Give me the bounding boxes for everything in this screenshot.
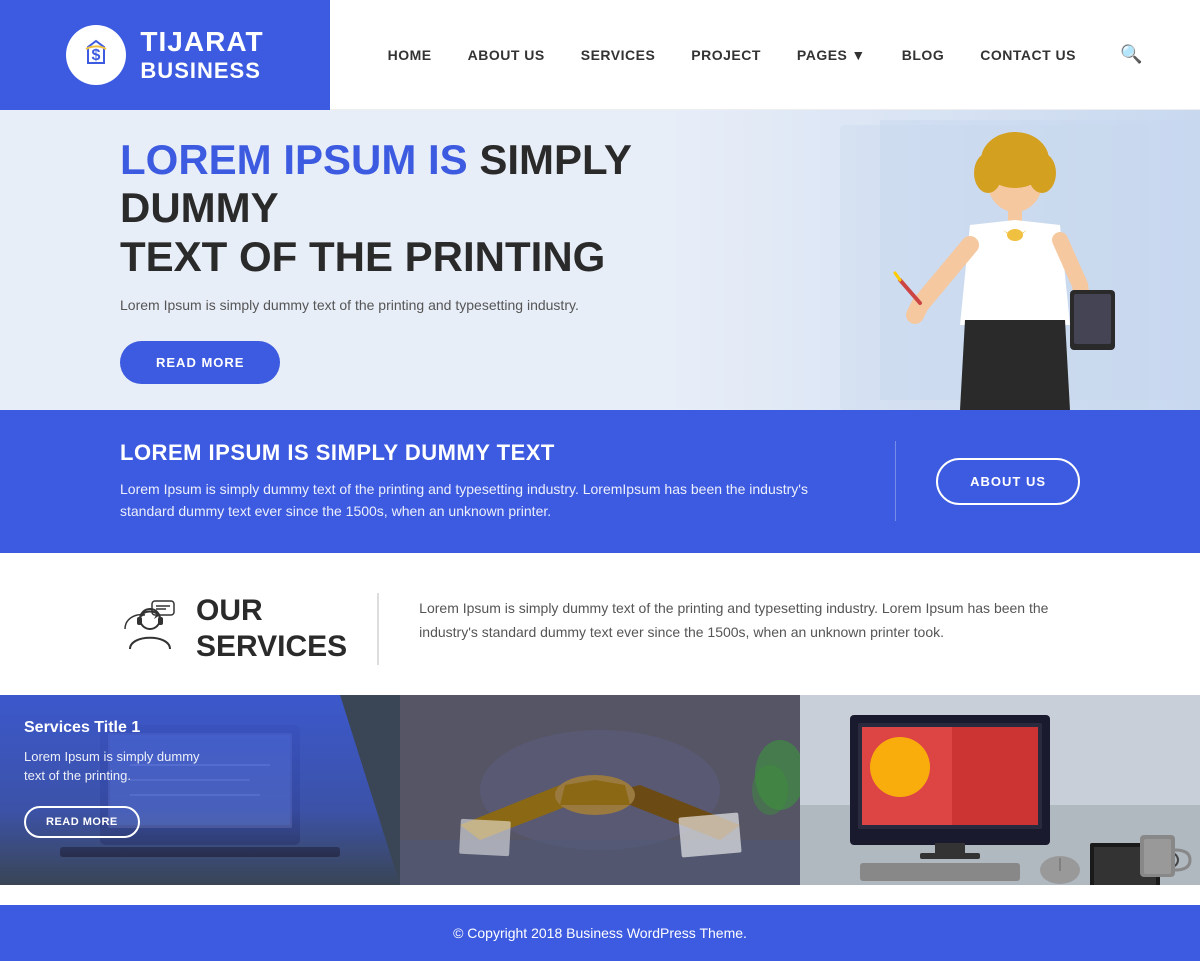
card-content-1: Services Title 1 Lorem Ipsum is simply d… — [0, 695, 400, 885]
logo-icon: $ — [66, 25, 126, 85]
service-card-bg-3 — [800, 695, 1200, 885]
about-banner-divider — [895, 441, 896, 521]
svg-text:$: $ — [92, 47, 101, 64]
card-cta-1[interactable]: READ MORE — [24, 806, 140, 838]
search-icon[interactable]: 🔍 — [1120, 44, 1142, 65]
services-section: OURSERVICES Lorem Ipsum is simply dummy … — [0, 553, 1200, 665]
service-card-2 — [400, 695, 800, 885]
services-description: Lorem Ipsum is simply dummy text of the … — [419, 593, 1080, 645]
services-heading: OURSERVICES — [120, 593, 379, 665]
about-banner: LOREM IPSUM IS SIMPLY DUMMY TEXT Lorem I… — [0, 410, 1200, 553]
nav-contact[interactable]: CONTACT US — [980, 47, 1076, 63]
hero-title-accent: LOREM IPSUM IS — [120, 136, 468, 183]
about-us-button[interactable]: ABOUT US — [936, 458, 1080, 505]
hero-section: LOREM IPSUM IS SIMPLY DUMMYTEXT OF THE P… — [0, 110, 1200, 410]
about-banner-text: LOREM IPSUM IS SIMPLY DUMMY TEXT Lorem I… — [120, 440, 855, 523]
nav-blog[interactable]: BLOG — [902, 47, 944, 63]
service-card-3 — [800, 695, 1200, 885]
logo-line1: TIJARAT — [140, 26, 263, 58]
chevron-down-icon: ▼ — [851, 47, 865, 63]
hero-cta-button[interactable]: READ MORE — [120, 341, 280, 384]
services-title: OURSERVICES — [196, 593, 347, 665]
service-card-bg-2 — [400, 695, 800, 885]
hero-subtitle: Lorem Ipsum is simply dummy text of the … — [120, 297, 640, 313]
nav-services[interactable]: SERVICES — [581, 47, 656, 63]
about-banner-title: LOREM IPSUM IS SIMPLY DUMMY TEXT — [120, 440, 815, 466]
service-card-1: Services Title 1 Lorem Ipsum is simply d… — [0, 695, 400, 885]
nav-pages[interactable]: PAGES ▼ — [797, 47, 866, 63]
nav-home[interactable]: HOME — [388, 47, 432, 63]
nav-area: HOME ABOUT US SERVICES PROJECT PAGES ▼ B… — [330, 0, 1200, 109]
footer: © Copyright 2018 Business WordPress Them… — [0, 905, 1200, 961]
hero-content: LOREM IPSUM IS SIMPLY DUMMYTEXT OF THE P… — [0, 136, 640, 384]
services-icon — [120, 599, 180, 659]
nav-about[interactable]: ABOUT US — [468, 47, 545, 63]
card-title-1: Services Title 1 — [24, 719, 376, 737]
header: $ TIJARAT BUSINESS HOME ABOUT US SERVICE… — [0, 0, 1200, 110]
hero-title: LOREM IPSUM IS SIMPLY DUMMYTEXT OF THE P… — [120, 136, 640, 281]
about-banner-description: Lorem Ipsum is simply dummy text of the … — [120, 478, 815, 523]
card-desc-1: Lorem Ipsum is simply dummy text of the … — [24, 747, 204, 786]
logo-text: TIJARAT BUSINESS — [140, 26, 263, 84]
logo-area[interactable]: $ TIJARAT BUSINESS — [0, 0, 330, 110]
nav-project[interactable]: PROJECT — [691, 47, 761, 63]
hero-person-image — [840, 125, 1150, 410]
service-cards-row: Services Title 1 Lorem Ipsum is simply d… — [0, 695, 1200, 885]
logo-line2: BUSINESS — [140, 58, 263, 84]
footer-copyright: © Copyright 2018 Business WordPress Them… — [453, 925, 747, 941]
